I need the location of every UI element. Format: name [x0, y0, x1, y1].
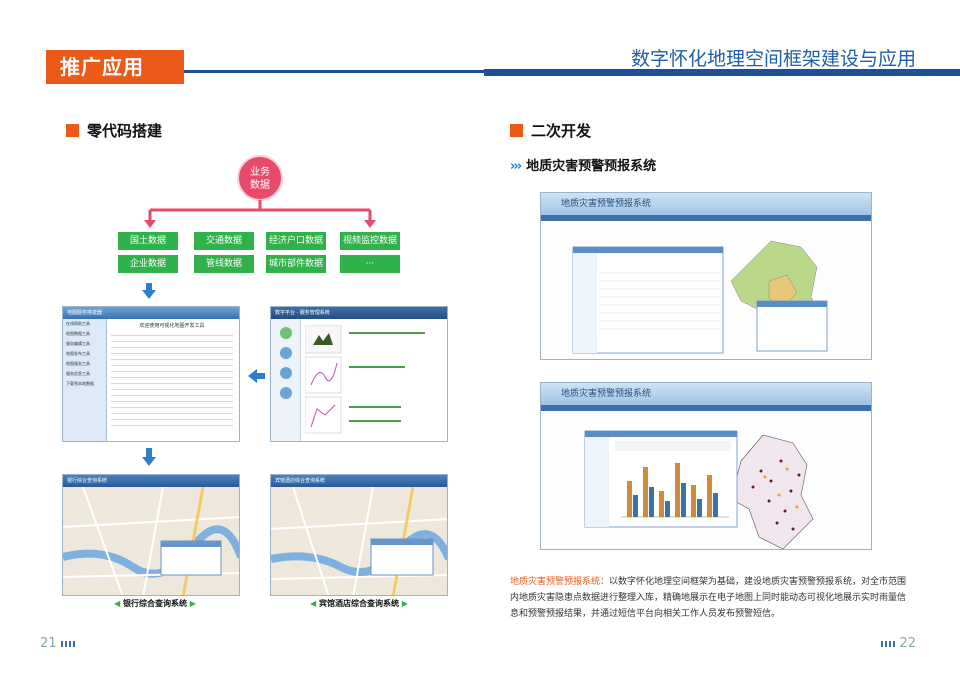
right-section-heading: 二次开发	[510, 120, 591, 141]
pixel-pattern-icon	[881, 640, 896, 647]
geo-system-screenshot-1: 地质灾害预警预报系统	[540, 192, 872, 360]
editor-heading: 欢迎使用可视化地图开发工具	[139, 323, 205, 329]
header-rule	[184, 70, 484, 73]
system-subheading: ››› 地质灾害预警预报系统	[510, 159, 657, 174]
page-number-left: 21	[40, 636, 79, 651]
data-box-economy: 经济户口数据	[266, 232, 326, 250]
editor-nav-item: 地图数据工具	[66, 331, 90, 336]
caret-left-icon: ◀	[114, 599, 121, 608]
hotel-caption: ◀ 宾馆酒店综合查询系统 ▶	[310, 599, 408, 608]
branch-connector	[144, 200, 376, 228]
bank-caption: ◀ 银行综合查询系统 ▶	[114, 599, 196, 608]
arrow-down-icon	[142, 457, 156, 466]
left-section-heading: 零代码搭建	[66, 120, 162, 141]
hotel-map-title: 宾馆酒店综合查询系统	[271, 475, 447, 487]
section-tab: 推广应用	[46, 50, 184, 84]
editor-nav-item: 服务信息工具	[66, 371, 90, 376]
data-box-video: 视频监控数据	[340, 232, 400, 250]
data-box-city-parts: 城市部件数据	[266, 255, 326, 273]
square-bullet-icon	[66, 124, 79, 137]
geo-system-screenshot-2: 地质灾害预警预报系统	[540, 382, 872, 550]
app-title-1: 地质灾害预警预报系统	[541, 193, 871, 215]
description-highlight: 地质灾害预警预报系统：	[510, 577, 610, 587]
app-title-2: 地质灾害预警预报系统	[541, 383, 871, 405]
arrow-down-icon	[142, 290, 156, 299]
pixel-pattern-icon	[60, 640, 75, 647]
geo-map-2	[541, 411, 871, 549]
page-number-right: 22	[877, 636, 916, 651]
caret-left-icon: ◀	[310, 599, 317, 608]
arrow-left-icon	[248, 369, 257, 383]
editor-nav-item: 地图服务工具	[66, 361, 90, 366]
caret-right-icon: ▶	[189, 599, 196, 608]
hotel-map-screenshot: 宾馆酒店综合查询系统	[270, 474, 448, 596]
business-data-node: 业务 数据	[237, 155, 283, 201]
data-box-enterprise: 企业数据	[118, 255, 178, 273]
editor-nav-item: 服务编辑工具	[66, 341, 90, 346]
flow-arrow-3	[146, 448, 152, 457]
flow-arrow-2	[257, 373, 265, 379]
tool-icon	[279, 347, 292, 359]
data-box-traffic: 交通数据	[194, 232, 254, 250]
designer-toolbox	[271, 319, 301, 441]
editor-content: 欢迎使用可视化地图开发工具	[111, 323, 233, 430]
editor-screenshot: 地图服务搭建器 在线帮助工具 地图数据工具 服务编辑工具 地图发布工具 地图服务…	[62, 306, 240, 442]
editor-nav-item: 在线帮助工具	[66, 321, 90, 326]
editor-text-lines	[111, 330, 233, 430]
system-description: 地质灾害预警预报系统：以数字怀化地理空间框架为基础，建设地质灾害预警预报系统，对…	[510, 574, 910, 622]
caret-right-icon: ▶	[401, 599, 408, 608]
bank-map-screenshot: 银行综合查询系统	[62, 474, 240, 596]
page-title: 数字怀化地理空间框架建设与应用	[630, 48, 916, 70]
tool-icon	[279, 367, 292, 379]
square-bullet-icon	[510, 124, 523, 137]
flow-arrow-1	[146, 283, 152, 290]
data-box-more: ···	[340, 255, 400, 273]
editor-nav-item: 下载到本地数据	[66, 381, 94, 386]
editor-nav-item: 地图发布工具	[66, 351, 90, 356]
editor-sidebar: 在线帮助工具 地图数据工具 服务编辑工具 地图发布工具 地图服务工具 服务信息工…	[63, 319, 107, 441]
designer-screenshot: 数字平台 · 服务管理系统	[270, 306, 448, 442]
bank-map	[63, 486, 239, 595]
data-box-pipeline: 管线数据	[194, 255, 254, 273]
designer-window-title: 数字平台 · 服务管理系统	[271, 307, 447, 319]
hotel-map	[271, 486, 447, 595]
triple-chevron-icon: ›››	[510, 159, 522, 174]
editor-window-title: 地图服务搭建器	[63, 307, 239, 319]
tool-icon	[279, 327, 292, 339]
bank-map-title: 银行综合查询系统	[63, 475, 239, 487]
data-box-land: 国土数据	[118, 232, 178, 250]
geo-map-1	[541, 221, 871, 359]
designer-canvas	[305, 325, 425, 434]
tool-icon	[279, 387, 292, 399]
